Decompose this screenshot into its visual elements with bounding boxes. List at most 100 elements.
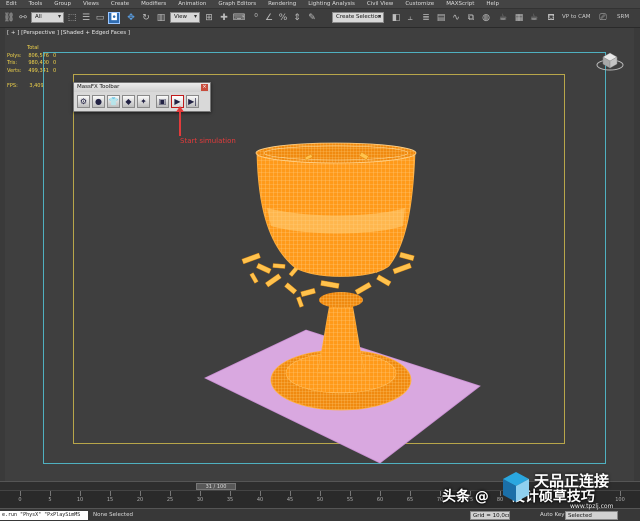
watermark-brand: 天品正连接 [534, 472, 610, 490]
grid-readout: Grid = 10,0cm [470, 511, 510, 520]
key-filter-dropdown[interactable]: Selected [565, 511, 618, 520]
track-tick [440, 491, 441, 496]
annotation-start-simulation: Start simulation [180, 137, 236, 145]
ribbon-icon[interactable]: ▤ [435, 12, 447, 24]
curve-editor-icon[interactable]: ∿ [450, 12, 462, 24]
auto-key-button[interactable]: Auto Key [540, 512, 565, 518]
rotate-icon[interactable]: ↻ [140, 12, 152, 24]
menu-item[interactable]: Help [486, 1, 499, 7]
angle-snap-icon[interactable]: ∠ [263, 12, 275, 24]
constraint-icon[interactable]: ◆ [122, 95, 135, 108]
menu-item[interactable]: Edit [6, 1, 17, 7]
menu-item[interactable]: Graph Editors [218, 1, 256, 7]
edit-named-selection-icon[interactable]: ✎ [306, 12, 318, 24]
percent-snap-icon[interactable]: % [277, 12, 289, 24]
selection-filter-dropdown[interactable]: All [31, 12, 64, 23]
track-tick [350, 491, 351, 496]
render-icon[interactable]: ☕ [528, 12, 540, 24]
track-tick [230, 491, 231, 496]
cloth-icon[interactable]: 👕 [107, 95, 120, 108]
track-tick [410, 491, 411, 496]
track-tick [20, 491, 21, 496]
named-selection-dropdown[interactable]: Create Selection S▾ [332, 12, 384, 23]
track-tick [170, 491, 171, 496]
world-params-icon[interactable]: ⚙ [77, 95, 90, 108]
menu-item[interactable]: Group [54, 1, 71, 7]
menu-bar: Edit Tools Group Views Create Modifiers Animat… [0, 0, 640, 9]
schematic-view-icon[interactable]: ⧉ [465, 12, 477, 24]
massfx-title[interactable]: MassFX Toolbar × [74, 83, 210, 92]
watermark-toutiao-text: 头条 @ [442, 489, 489, 505]
main-toolbar: ⛓ ⚯ All ⬚ ☰ ▭ ◘ ✥ ↻ ▥ View ⊞ ✚ ⌨ ⁰ ∠ % ⇕… [0, 9, 640, 28]
track-tick-label: 35 [226, 497, 234, 503]
track-tick [320, 491, 321, 496]
unlink-icon[interactable]: ⚯ [17, 12, 29, 24]
render-setup-icon[interactable]: ☕ [497, 12, 509, 24]
rect-selection-icon[interactable]: ▭ [94, 12, 106, 24]
reference-coord-dropdown[interactable]: View [170, 12, 200, 23]
keyboard-shortcut-icon[interactable]: ⌨ [233, 12, 246, 24]
move-icon[interactable]: ✥ [125, 12, 137, 24]
menu-item[interactable]: Customize [405, 1, 434, 7]
track-tick-label: 65 [406, 497, 414, 503]
reset-simulation-icon[interactable]: ▣ [156, 95, 169, 108]
menu-item[interactable]: Modifiers [141, 1, 166, 7]
select-by-name-icon[interactable]: ☰ [80, 12, 92, 24]
teapot-render-icon[interactable]: ⛾ [545, 12, 557, 24]
track-tick [620, 491, 621, 496]
mirror-icon[interactable]: ◧ [390, 12, 402, 24]
time-slider[interactable]: 31 / 100 [196, 483, 236, 490]
snap-icon[interactable]: ⁰ [250, 12, 262, 24]
step-simulation-icon[interactable]: ▶| [186, 95, 199, 108]
menu-item[interactable]: Animation [178, 1, 206, 7]
pivot-icon[interactable]: ⊞ [203, 12, 215, 24]
layer-manager-icon[interactable]: ≣ [420, 12, 432, 24]
rigid-body-icon[interactable]: ● [92, 95, 105, 108]
srm-button[interactable]: SRM [617, 14, 629, 20]
track-tick-label: 25 [166, 497, 174, 503]
track-tick-label: 40 [256, 497, 264, 503]
right-edge [634, 28, 640, 481]
destruction-icon[interactable]: ✦ [137, 95, 150, 108]
perspective-viewport[interactable]: [ + ] [Perspective ] [Shaded + Edged Fac… [5, 28, 634, 481]
vp-to-cam-button[interactable]: VP to CAM [562, 14, 590, 20]
track-tick [260, 491, 261, 496]
track-tick [200, 491, 201, 496]
render-frame-icon[interactable]: ▦ [513, 12, 525, 24]
select-object-icon[interactable]: ⬚ [66, 12, 78, 24]
track-tick-label: 10 [76, 497, 84, 503]
selection-status: None Selected [93, 512, 133, 518]
massfx-title-text: MassFX Toolbar [77, 84, 120, 90]
menu-item[interactable]: Views [83, 1, 99, 7]
maxscript-listener[interactable]: e.run "PhysX" "PxPlaySimMS [0, 511, 88, 520]
track-tick-label: 55 [346, 497, 354, 503]
spinner-snap-icon[interactable]: ⇕ [291, 12, 303, 24]
track-tick-label: 50 [316, 497, 324, 503]
camera-icon[interactable]: ⎚ [597, 12, 609, 24]
track-tick-label: 0 [18, 497, 22, 503]
menu-item[interactable]: Create [111, 1, 129, 7]
app-window: Edit Tools Group Views Create Modifiers Animat… [0, 0, 640, 521]
window-crossing-icon[interactable]: ◘ [108, 12, 120, 24]
track-tick-label: 100 [615, 497, 625, 503]
link-icon[interactable]: ⛓ [3, 12, 15, 24]
material-editor-icon[interactable]: ◍ [480, 12, 492, 24]
menu-item[interactable]: Rendering [268, 1, 296, 7]
scale-icon[interactable]: ▥ [155, 12, 167, 24]
track-tick-label: 45 [286, 497, 294, 503]
menu-item[interactable]: MAXScript [446, 1, 474, 7]
track-tick [110, 491, 111, 496]
track-tick-label: 15 [106, 497, 114, 503]
align-icon[interactable]: ⫠ [404, 12, 416, 24]
menu-item[interactable]: Lighting Analysis [308, 1, 355, 7]
track-tick [290, 491, 291, 496]
goblet-stem[interactable] [316, 302, 366, 374]
manipulate-icon[interactable]: ✚ [218, 12, 230, 24]
menu-item[interactable]: Civil View [367, 1, 393, 7]
massfx-toolbar[interactable]: MassFX Toolbar × ⚙ ● 👕 ◆ ✦ ▣ ▶ ▶| [73, 82, 211, 112]
track-tick [380, 491, 381, 496]
track-tick-label: 60 [376, 497, 384, 503]
menu-item[interactable]: Tools [29, 1, 43, 7]
track-tick-label: 5 [48, 497, 52, 503]
close-icon[interactable]: × [201, 84, 208, 91]
